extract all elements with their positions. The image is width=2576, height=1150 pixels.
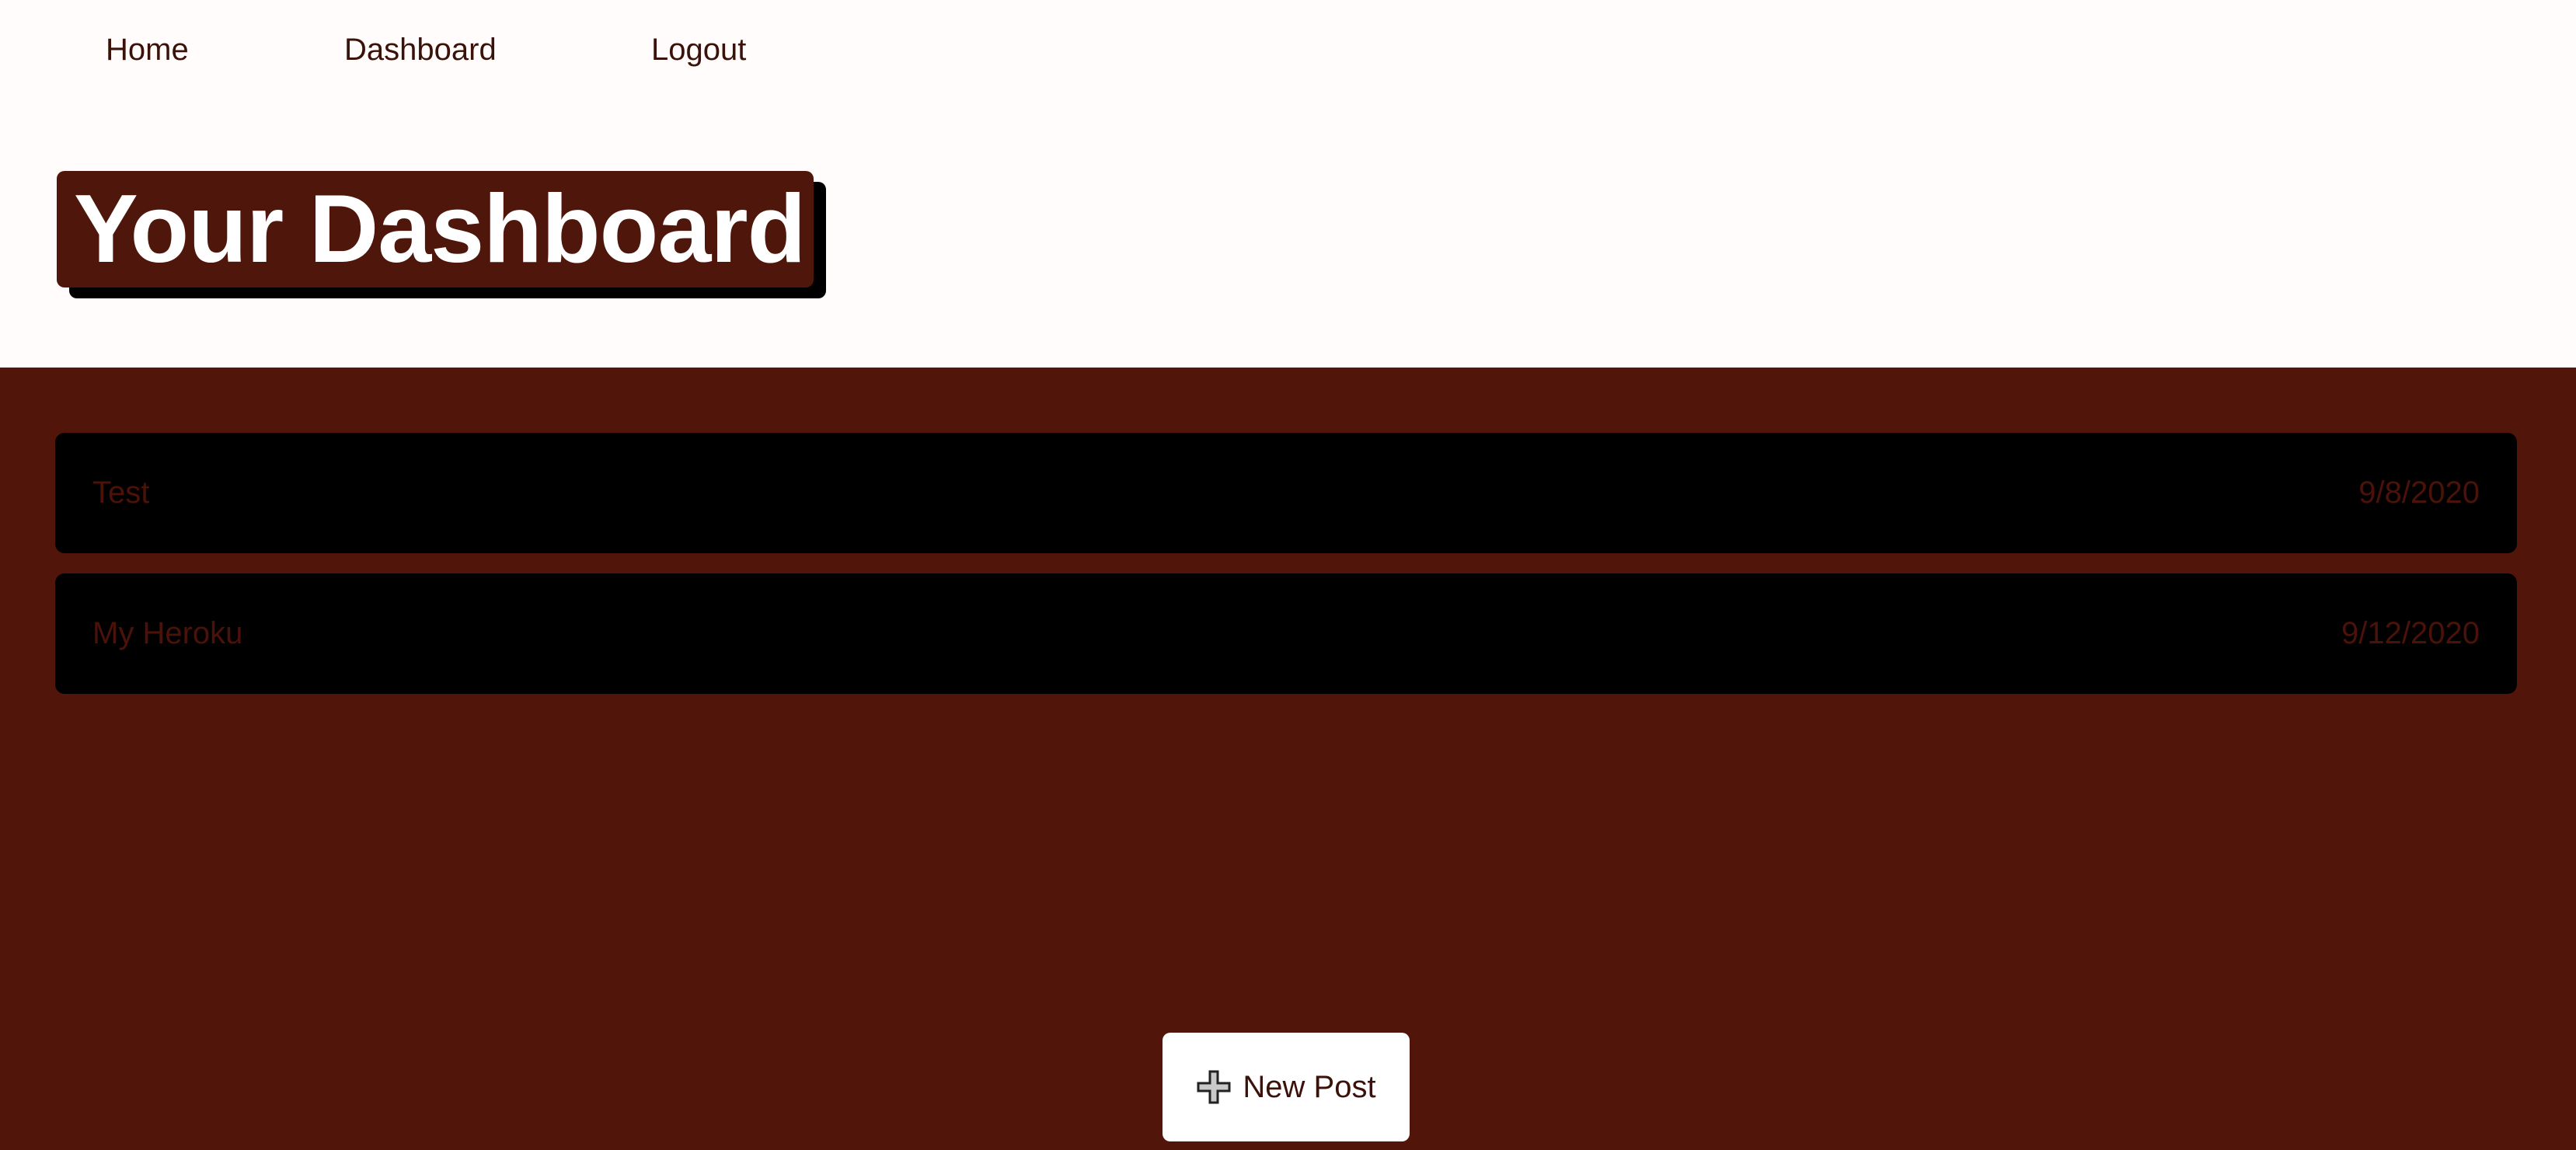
- dashboard-main: Test 9/8/2020 My Heroku 9/12/2020 New Po…: [0, 368, 2576, 1150]
- page-header: Home Dashboard Logout Your Dashboard: [0, 0, 2576, 368]
- post-date: 9/12/2020: [2341, 616, 2480, 650]
- post-item[interactable]: My Heroku 9/12/2020: [55, 573, 2517, 694]
- page-title: Your Dashboard: [57, 171, 814, 288]
- plus-icon: [1196, 1069, 1232, 1105]
- new-post-label: New Post: [1243, 1069, 1376, 1104]
- top-nav: Home Dashboard Logout: [0, 0, 2576, 101]
- new-post-button[interactable]: New Post: [1163, 1033, 1410, 1141]
- post-title: Test: [92, 476, 150, 510]
- nav-link-logout[interactable]: Logout: [651, 26, 746, 73]
- nav-link-dashboard[interactable]: Dashboard: [344, 26, 497, 73]
- post-title: My Heroku: [92, 616, 243, 650]
- nav-link-home[interactable]: Home: [106, 26, 189, 73]
- post-date: 9/8/2020: [2358, 476, 2480, 510]
- post-item[interactable]: Test 9/8/2020: [55, 433, 2517, 553]
- page-title-block: Your Dashboard: [57, 171, 826, 298]
